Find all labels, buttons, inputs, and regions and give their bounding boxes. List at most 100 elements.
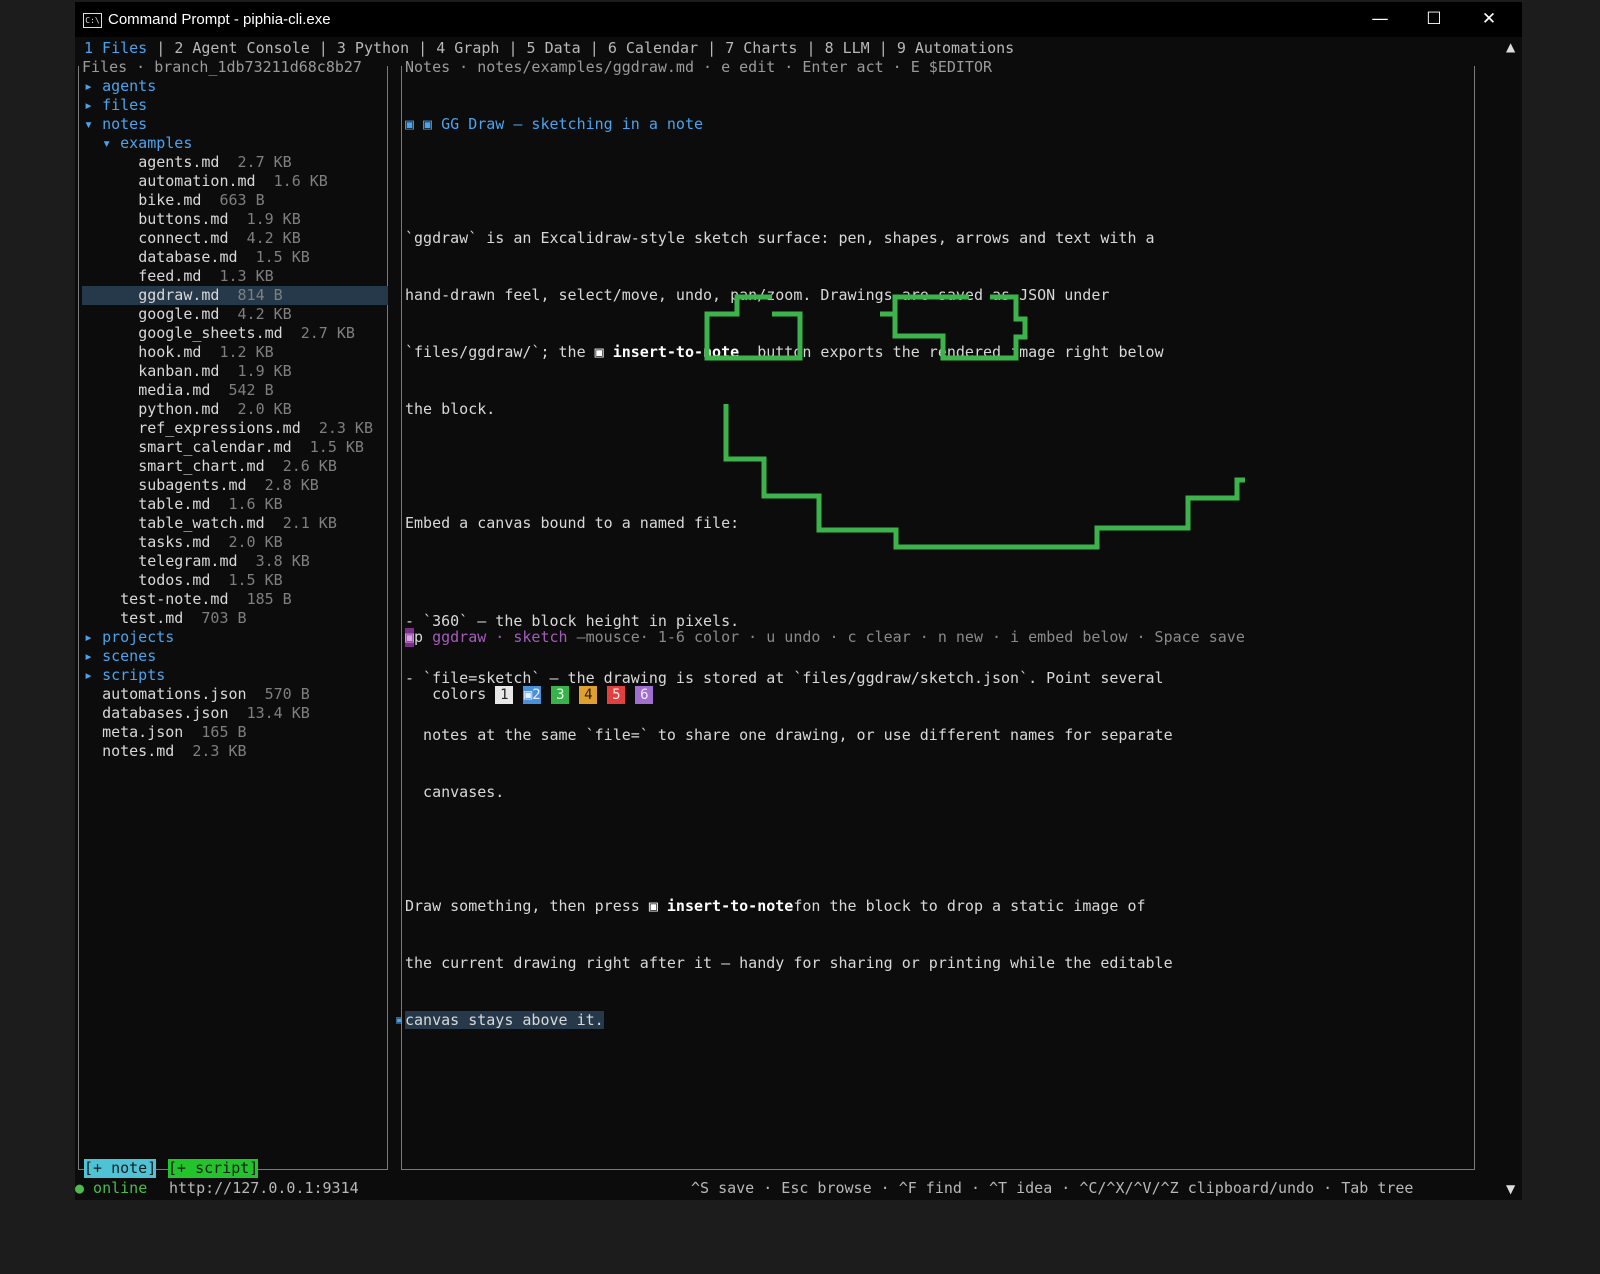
note-heading: ▣ ▣ GG Draw — sketching in a note (405, 115, 1245, 134)
sketch-canvas[interactable] (685, 292, 1245, 552)
tree-folder[interactable]: ▾ notes (84, 115, 388, 134)
tree-item-size: 2.3 KB (192, 742, 247, 760)
tree-item-name: buttons.md (138, 210, 229, 228)
chevron-right-icon[interactable]: ▸ (84, 96, 102, 114)
tree-file[interactable]: google_sheets.md 2.7 KB (84, 324, 388, 343)
tree-file[interactable]: ref_expressions.md 2.3 KB (84, 419, 388, 438)
smile-stroke (723, 404, 1245, 550)
tree-file[interactable]: python.md 2.0 KB (84, 400, 388, 419)
tree-file[interactable]: subagents.md 2.8 KB (84, 476, 388, 495)
tree-file[interactable]: database.md 1.5 KB (84, 248, 388, 267)
tree-item-name: python.md (138, 400, 220, 418)
bullet-height: - `360` — the block height in pixels. (405, 612, 740, 630)
tree-file[interactable]: todos.md 1.5 KB (84, 571, 388, 590)
tree-item-name: ref_expressions.md (138, 419, 301, 437)
tree-file[interactable]: notes.md 2.3 KB (84, 742, 388, 761)
tab-files[interactable]: 1 Files (84, 39, 147, 57)
tree-file[interactable]: buttons.md 1.9 KB (84, 210, 388, 229)
chevron-right-icon[interactable]: ▸ (84, 647, 102, 665)
selected-line[interactable]: canvas stays above it. (405, 1011, 604, 1029)
scroll-down-arrow-icon[interactable]: ▼ (1506, 1182, 1515, 1196)
tree-folder[interactable]: ▸ agents (84, 77, 388, 96)
insert-to-note-icon[interactable]: ▣ (595, 343, 613, 361)
minimize-button[interactable]: — (1353, 2, 1407, 37)
tree-file[interactable]: meta.json 165 B (84, 723, 388, 742)
tree-file[interactable]: agents.md 2.7 KB (84, 153, 388, 172)
chevron-right-icon[interactable]: ▸ (84, 666, 102, 684)
maximize-button[interactable]: ☐ (1407, 2, 1461, 37)
tree-file[interactable]: smart_chart.md 2.6 KB (84, 457, 388, 476)
command-prompt-icon: C:\ (83, 13, 102, 28)
tree-folder[interactable]: ▸ projects (84, 628, 388, 647)
heading-icons: ▣ ▣ (405, 115, 442, 133)
scroll-up-arrow-icon[interactable]: ▲ (1506, 40, 1515, 54)
tree-item-name: database.md (138, 248, 238, 266)
tree-item-name: smart_chart.md (138, 457, 265, 475)
tab-llm[interactable]: 8 LLM (825, 39, 870, 57)
tree-file[interactable]: automations.json 570 B (84, 685, 388, 704)
close-button[interactable]: ✕ (1462, 2, 1516, 37)
tree-item-name: automations.json (102, 685, 247, 703)
tree-folder[interactable]: ▸ scripts (84, 666, 388, 685)
tree-item-size: 1.6 KB (228, 495, 283, 513)
tree-file[interactable]: test.md 703 B (84, 609, 388, 628)
tree-file[interactable]: table.md 1.6 KB (84, 495, 388, 514)
tab-separator: | (499, 39, 527, 57)
server-url[interactable]: http://127.0.0.1:9314 (169, 1179, 359, 1198)
tab-charts[interactable]: 7 Charts (725, 39, 797, 57)
tree-item-name: media.md (138, 381, 211, 399)
tree-file[interactable]: automation.md 1.6 KB (84, 172, 388, 191)
tree-item-size: 2.3 KB (318, 419, 373, 437)
tree-item-name: examples (120, 134, 193, 152)
tree-item-name: tasks.md (138, 533, 211, 551)
tree-item-name: connect.md (138, 229, 229, 247)
draw-line-2: the current drawing right after it — han… (405, 954, 1173, 972)
tree-item-size: 165 B (201, 723, 247, 741)
tree-file[interactable]: test-note.md 185 B (84, 590, 388, 609)
tree-item-size: 703 B (201, 609, 247, 627)
tab-calendar[interactable]: 6 Calendar (608, 39, 698, 57)
tree-folder[interactable]: ▸ scenes (84, 647, 388, 666)
tree-item-size: 1.5 KB (309, 438, 364, 456)
add-script-button[interactable]: [+ script] (168, 1159, 259, 1178)
tree-file[interactable]: smart_calendar.md 1.5 KB (84, 438, 388, 457)
file-tree: ▸ agents ▸ files ▾ notes ▾ examples agents… (82, 77, 388, 761)
chevron-down-icon[interactable]: ▾ (102, 134, 120, 152)
tree-folder[interactable]: ▾ examples (84, 134, 388, 153)
tree-file[interactable]: kanban.md 1.9 KB (84, 362, 388, 381)
insert-to-note-icon-2[interactable]: ▣ (649, 897, 667, 915)
tree-file[interactable]: connect.md 4.2 KB (84, 229, 388, 248)
chevron-down-icon[interactable]: ▾ (84, 115, 102, 133)
add-note-button[interactable]: [+ note] (84, 1159, 157, 1178)
tree-item-name: kanban.md (138, 362, 220, 380)
tree-file[interactable]: table_watch.md 2.1 KB (84, 514, 388, 533)
tab-agent-console[interactable]: 2 Agent Console (174, 39, 309, 57)
tree-item-size: 663 B (219, 191, 265, 209)
tree-file[interactable]: databases.json 13.4 KB (84, 704, 388, 723)
right-eye-stroke (880, 294, 1028, 361)
tree-item-size: 2.0 KB (228, 533, 283, 551)
insert-to-note-label-2[interactable]: insert-to-note (667, 897, 793, 915)
left-eye-stroke (704, 294, 803, 361)
tree-folder[interactable]: ▸ files (84, 96, 388, 115)
tab-automations[interactable]: 9 Automations (897, 39, 1014, 57)
chevron-right-icon[interactable]: ▸ (84, 77, 102, 95)
chevron-right-icon[interactable]: ▸ (84, 628, 102, 646)
tree-item-name: test.md (120, 609, 184, 627)
tab-python[interactable]: 3 Python (337, 39, 409, 57)
draw-line-3: ▣ canvas stays above it. (396, 1011, 1173, 1030)
tree-file[interactable]: media.md 542 B (84, 381, 388, 400)
tab-graph[interactable]: 4 Graph (436, 39, 499, 57)
tab-separator: | (698, 39, 726, 57)
title-bar[interactable]: C:\ Command Prompt - piphia-cli.exe — ☐ … (75, 2, 1522, 37)
tree-file[interactable]: bike.md 663 B (84, 191, 388, 210)
tree-file[interactable]: hook.md 1.2 KB (84, 343, 388, 362)
tree-file[interactable]: ggdraw.md 814 B (82, 286, 388, 305)
draw-line-1: Draw something, then press ▣ insert-to-n… (405, 897, 1173, 916)
cursor-icon: ▣ (396, 1015, 403, 1026)
tree-file[interactable]: telegram.md 3.8 KB (84, 552, 388, 571)
tab-data[interactable]: 5 Data (527, 39, 581, 57)
tree-file[interactable]: feed.md 1.3 KB (84, 267, 388, 286)
tree-file[interactable]: tasks.md 2.0 KB (84, 533, 388, 552)
tree-file[interactable]: google.md 4.2 KB (84, 305, 388, 324)
